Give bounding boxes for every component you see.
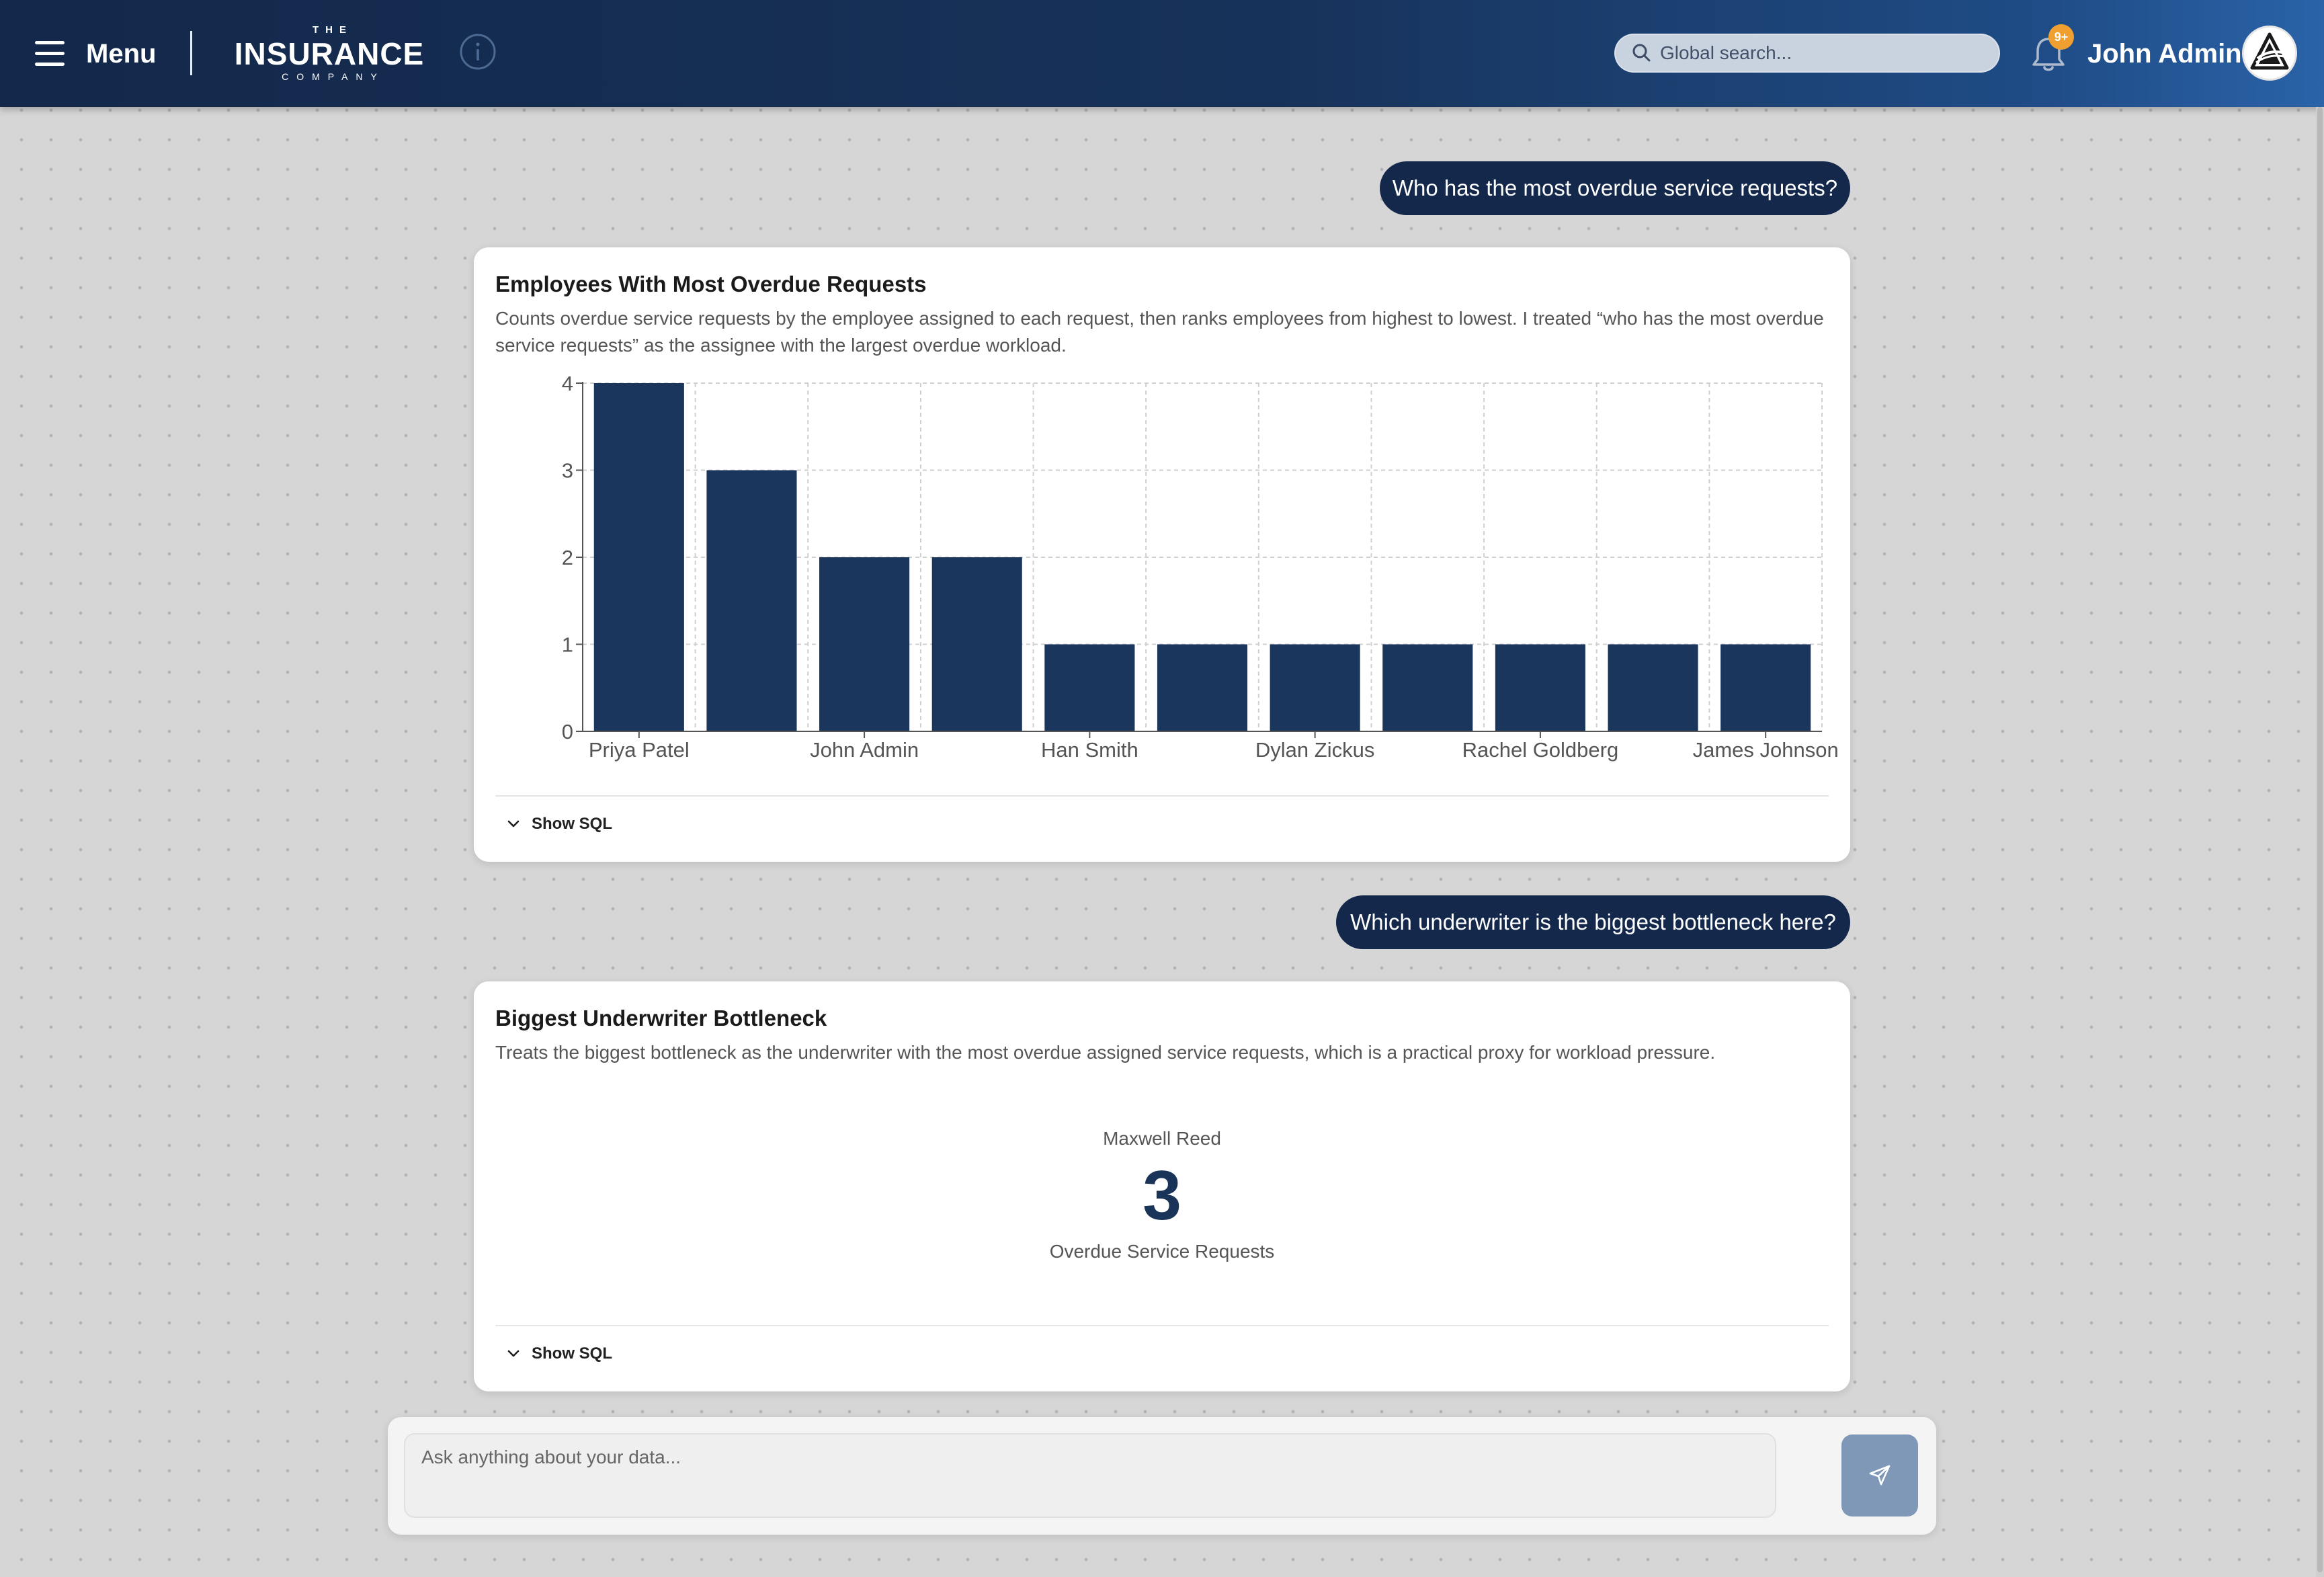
- menu-label: Menu: [86, 38, 157, 69]
- show-sql-toggle[interactable]: Show SQL: [507, 1340, 612, 1367]
- notification-badge: 9+: [2048, 24, 2074, 50]
- card-divider: [495, 1325, 1829, 1326]
- chevron-down-icon: [507, 1350, 520, 1357]
- chart-x-tick-label: Rachel Goldberg: [1462, 738, 1619, 762]
- chart-bar: [819, 557, 910, 731]
- chart-bar: [1382, 644, 1473, 731]
- logo-bottom-text: COMPANY: [282, 71, 385, 82]
- chart-bar: [1044, 644, 1135, 731]
- chart-bar: [593, 383, 684, 731]
- chat-input[interactable]: [404, 1433, 1776, 1518]
- user-question-bubble: Which underwriter is the biggest bottlen…: [1336, 895, 1850, 949]
- chart-x-tick-label: Priya Patel: [589, 738, 690, 762]
- top-navigation-bar: Menu THE INSURANCE COMPANY 9+ John Admin: [0, 0, 2324, 107]
- page-scrollbar[interactable]: [2316, 107, 2324, 1577]
- global-search-input[interactable]: [1659, 42, 1984, 65]
- user-name[interactable]: John Admin: [2087, 35, 2242, 73]
- metric-value: 3: [1143, 1157, 1181, 1235]
- chevron-down-icon: [507, 820, 520, 827]
- overdue-requests-bar-chart: 0 1 2 3 4 Priya Patel John Admin Han Smith Dylan…: [562, 372, 1839, 762]
- chart-bar: [1157, 644, 1248, 731]
- chart-x-tick-label: James Johnson: [1693, 738, 1839, 762]
- chart-y-tick-label: 0: [562, 720, 573, 743]
- chart-y-tick-label: 2: [562, 546, 573, 569]
- show-sql-label: Show SQL: [532, 815, 612, 833]
- header-divider: [190, 31, 192, 75]
- chart-y-tick-label: 1: [562, 633, 573, 657]
- user-question-bubble: Who has the most overdue service request…: [1380, 161, 1850, 215]
- chart-x-tick-label: John Admin: [810, 738, 919, 762]
- metric-name: Maxwell Reed: [1103, 1128, 1221, 1149]
- show-sql-label: Show SQL: [532, 1344, 612, 1363]
- chart-y-tick-label: 3: [562, 459, 573, 483]
- global-search[interactable]: [1614, 34, 2000, 73]
- card-divider: [495, 795, 1829, 797]
- menu-button[interactable]: Menu: [35, 32, 156, 75]
- chart-bar: [1495, 644, 1585, 731]
- chart-x-tick-label: Han Smith: [1041, 738, 1138, 762]
- chart-bar: [1270, 644, 1360, 731]
- chart-bar: [706, 470, 797, 731]
- user-avatar[interactable]: [2242, 26, 2297, 81]
- card-description: Treats the biggest bottleneck as the und…: [495, 1042, 1716, 1063]
- chart-bar: [1720, 644, 1811, 731]
- metric-caption: Overdue Service Requests: [1049, 1241, 1275, 1262]
- search-icon: [1630, 42, 1653, 65]
- chart-x-tick-label: Dylan Zickus: [1255, 738, 1374, 762]
- hamburger-icon: [35, 41, 65, 67]
- scrollbar-thumb[interactable]: [2317, 107, 2323, 1572]
- answer-card-chart: Employees With Most Overdue Requests Cou…: [474, 247, 1850, 862]
- company-logo[interactable]: THE INSURANCE COMPANY: [232, 24, 427, 86]
- chat-composer: [388, 1417, 1936, 1535]
- chart-bar: [1608, 644, 1698, 731]
- send-button[interactable]: [1841, 1434, 1918, 1517]
- logo-main-text: INSURANCE: [234, 36, 425, 71]
- answer-card-metric: Biggest Underwriter Bottleneck Treats th…: [474, 981, 1850, 1391]
- show-sql-toggle[interactable]: Show SQL: [507, 811, 612, 838]
- logo-top-text: THE: [313, 24, 353, 36]
- send-icon: [1869, 1465, 1891, 1486]
- chart-y-tick-label: 4: [562, 372, 573, 395]
- chart-bar: [931, 557, 1022, 731]
- card-title: Biggest Underwriter Bottleneck: [495, 1006, 827, 1030]
- info-icon[interactable]: [459, 33, 497, 71]
